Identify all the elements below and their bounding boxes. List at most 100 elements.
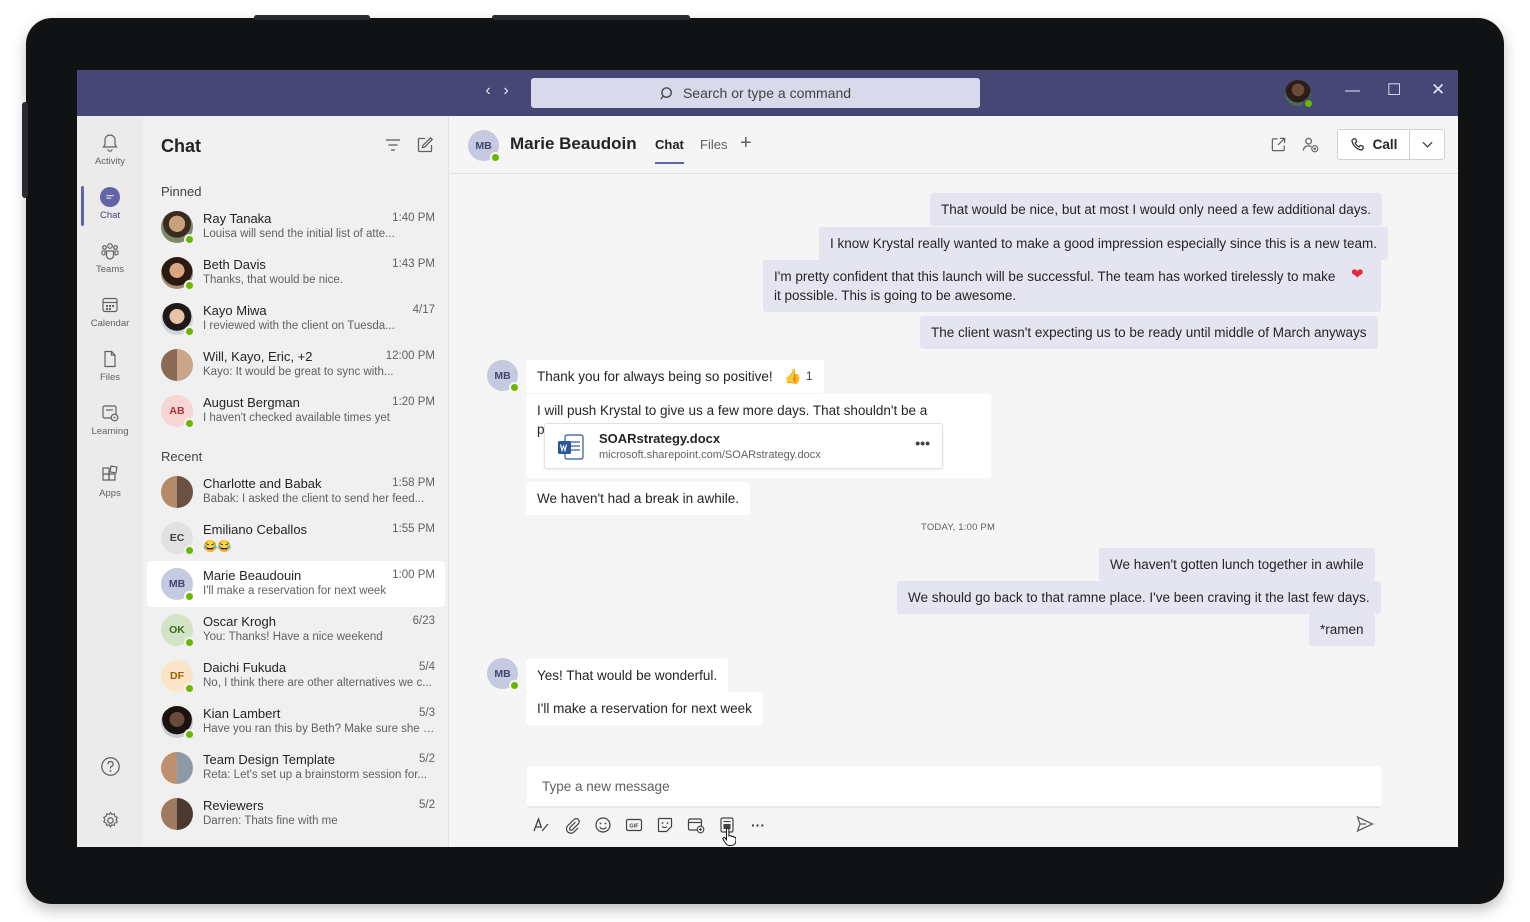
avatar-initials: MB — [494, 667, 511, 680]
message-received[interactable]: I'll make a reservation for next week — [526, 692, 763, 725]
chat-name: Kian Lambert — [203, 706, 281, 721]
message-received[interactable]: Thank you for always being so positive! … — [526, 360, 824, 393]
filter-icon[interactable] — [384, 136, 402, 154]
chat-list-item[interactable]: Reviewers 5/2 Darren: Thats fine with me — [147, 791, 445, 837]
chat-list-item[interactable]: Beth Davis 1:43 PM Thanks, that would be… — [147, 250, 445, 296]
message-received[interactable]: We haven't had a break in awhile. — [526, 482, 750, 515]
chat-name: Oscar Krogh — [203, 614, 276, 629]
thumbs-up-icon: 👍 — [784, 368, 802, 384]
tab-chat[interactable]: Chat — [655, 137, 684, 164]
chat-list-title: Chat — [161, 136, 201, 156]
more-actions-button[interactable]: ··· — [749, 814, 767, 836]
presence-available-icon — [184, 234, 195, 245]
like-reaction[interactable]: 👍 1 — [784, 367, 812, 386]
more-options-icon[interactable]: ••• — [915, 435, 930, 451]
back-arrow-icon[interactable]: ‹ — [482, 82, 494, 100]
rail-item-chat[interactable]: Chat — [77, 178, 143, 230]
apps-icon — [102, 465, 118, 481]
call-button[interactable]: Call — [1338, 130, 1410, 159]
rail-item-files[interactable]: Files — [77, 340, 143, 392]
chat-list-item[interactable]: AB August Bergman 1:20 PM I haven't chec… — [147, 388, 445, 434]
chat-list-item[interactable]: OK Oscar Krogh 6/23 You: Thanks! Have a … — [147, 607, 445, 653]
maximize-icon[interactable]: ☐ — [1387, 80, 1401, 100]
minimize-icon[interactable]: — — [1345, 82, 1360, 99]
avatar — [161, 303, 195, 337]
rail-item-teams[interactable]: Teams — [77, 232, 143, 284]
chat-time: 1:55 PM — [392, 523, 435, 535]
conversation-header: MB Marie Beaudoin Chat Files + Call — [450, 116, 1458, 174]
heart-reaction-icon[interactable]: ❤ — [1351, 265, 1364, 283]
rail-item-calendar[interactable]: Calendar — [77, 286, 143, 338]
sender-avatar[interactable]: MB — [487, 658, 520, 691]
chat-time: 5/2 — [419, 753, 435, 765]
format-button[interactable] — [532, 814, 550, 836]
chat-list-item[interactable]: Ray Tanaka 1:40 PM Louisa will send the … — [147, 204, 445, 250]
sender-avatar[interactable]: MB — [487, 360, 520, 393]
chat-time: 1:40 PM — [392, 212, 435, 224]
chat-list-item[interactable]: DF Daichi Fukuda 5/4 No, I think there a… — [147, 653, 445, 699]
pop-out-button[interactable] — [1270, 136, 1287, 158]
avatar-initials: EC — [169, 532, 185, 544]
avatar-initials: MB — [475, 139, 492, 152]
chat-list-item[interactable]: Kayo Miwa 4/17 I reviewed with the clien… — [147, 296, 445, 342]
contact-avatar[interactable]: MB — [468, 130, 501, 163]
chat-list-item[interactable]: Team Design Template 5/2 Reta: Let's set… — [147, 745, 445, 791]
schedule-meeting-button[interactable] — [687, 814, 705, 836]
chat-name: Ray Tanaka — [203, 211, 272, 226]
message-received[interactable]: Yes! That would be wonderful. — [526, 659, 729, 692]
message-compose-box[interactable]: Type a new message — [527, 766, 1381, 808]
help-button[interactable] — [77, 756, 143, 777]
rail-item-activity[interactable]: Activity — [77, 124, 143, 176]
gif-icon: GIF — [625, 818, 643, 832]
gif-button[interactable]: GIF — [625, 814, 643, 836]
chat-time: 6/23 — [412, 615, 435, 627]
add-tab-icon[interactable]: + — [740, 132, 752, 155]
new-chat-icon[interactable] — [416, 136, 434, 154]
rail-item-learning[interactable]: Learning — [77, 394, 143, 446]
avatar: AB — [161, 395, 195, 429]
emoji-button[interactable] — [594, 814, 612, 836]
call-options-dropdown[interactable] — [1410, 130, 1444, 159]
group-avatar — [161, 349, 193, 381]
chat-name: Marie Beaudouin — [203, 568, 302, 583]
app-rail: Activity Chat Teams Calendar Files Learn… — [77, 116, 143, 847]
chat-name: Will, Kayo, Eric, +2 — [203, 349, 313, 364]
calendar-icon — [102, 297, 118, 313]
chat-list-item[interactable]: Will, Kayo, Eric, +2 12:00 PM Kayo: It w… — [147, 342, 445, 388]
call-label: Call — [1372, 137, 1398, 152]
chat-list-item[interactable]: EC Emiliano Ceballos 1:55 PM 😂😂 — [147, 515, 445, 561]
chat-list-item[interactable]: Charlotte and Babak 1:58 PM Babak: I ask… — [147, 469, 445, 515]
rail-label: Learning — [91, 426, 129, 437]
chat-name: Emiliano Ceballos — [203, 522, 308, 537]
attach-button[interactable] — [563, 814, 581, 836]
chevron-down-icon — [1421, 141, 1433, 148]
search-icon — [660, 86, 672, 100]
avatar-initials: DF — [170, 670, 184, 682]
forward-arrow-icon[interactable]: › — [500, 82, 512, 100]
profile-avatar[interactable] — [1285, 80, 1314, 109]
chat-icon — [100, 187, 120, 207]
message-sent[interactable]: That would be nice, but at most I would … — [930, 193, 1383, 226]
chat-list-item-selected[interactable]: MB Marie Beaudouin 1:00 PM I'll make a r… — [147, 561, 445, 607]
send-button[interactable] — [1355, 814, 1375, 839]
presence-available-icon — [184, 637, 195, 648]
message-sent[interactable]: We haven't gotten lunch together in awhi… — [1099, 548, 1375, 581]
tab-files[interactable]: Files — [700, 137, 727, 152]
chat-name: Daichi Fukuda — [203, 660, 287, 675]
search-box[interactable]: Search or type a command — [531, 78, 980, 108]
message-sent[interactable]: I'm pretty confident that this launch wi… — [763, 260, 1381, 312]
message-sent[interactable]: We should go back to that ramne place. I… — [897, 581, 1381, 614]
add-people-button[interactable] — [1302, 136, 1319, 158]
close-icon[interactable]: ✕ — [1431, 80, 1445, 100]
message-sent[interactable]: I know Krystal really wanted to make a g… — [819, 227, 1389, 260]
chat-preview: Kayo: It would be great to sync with... — [203, 366, 394, 378]
rail-item-apps[interactable]: Apps — [77, 456, 143, 508]
message-sent[interactable]: The client wasn't expecting us to be rea… — [920, 316, 1378, 349]
message-sent[interactable]: *ramen — [1309, 613, 1375, 646]
presence-available-icon — [184, 418, 195, 429]
sticker-button[interactable] — [656, 814, 674, 836]
file-attachment-card[interactable]: SOARstrategy.docx microsoft.sharepoint.c… — [544, 423, 943, 469]
chat-list-item[interactable]: Kian Lambert 5/3 Have you ran this by Be… — [147, 699, 445, 745]
chat-time: 4/17 — [412, 304, 435, 316]
settings-button[interactable] — [77, 810, 143, 831]
